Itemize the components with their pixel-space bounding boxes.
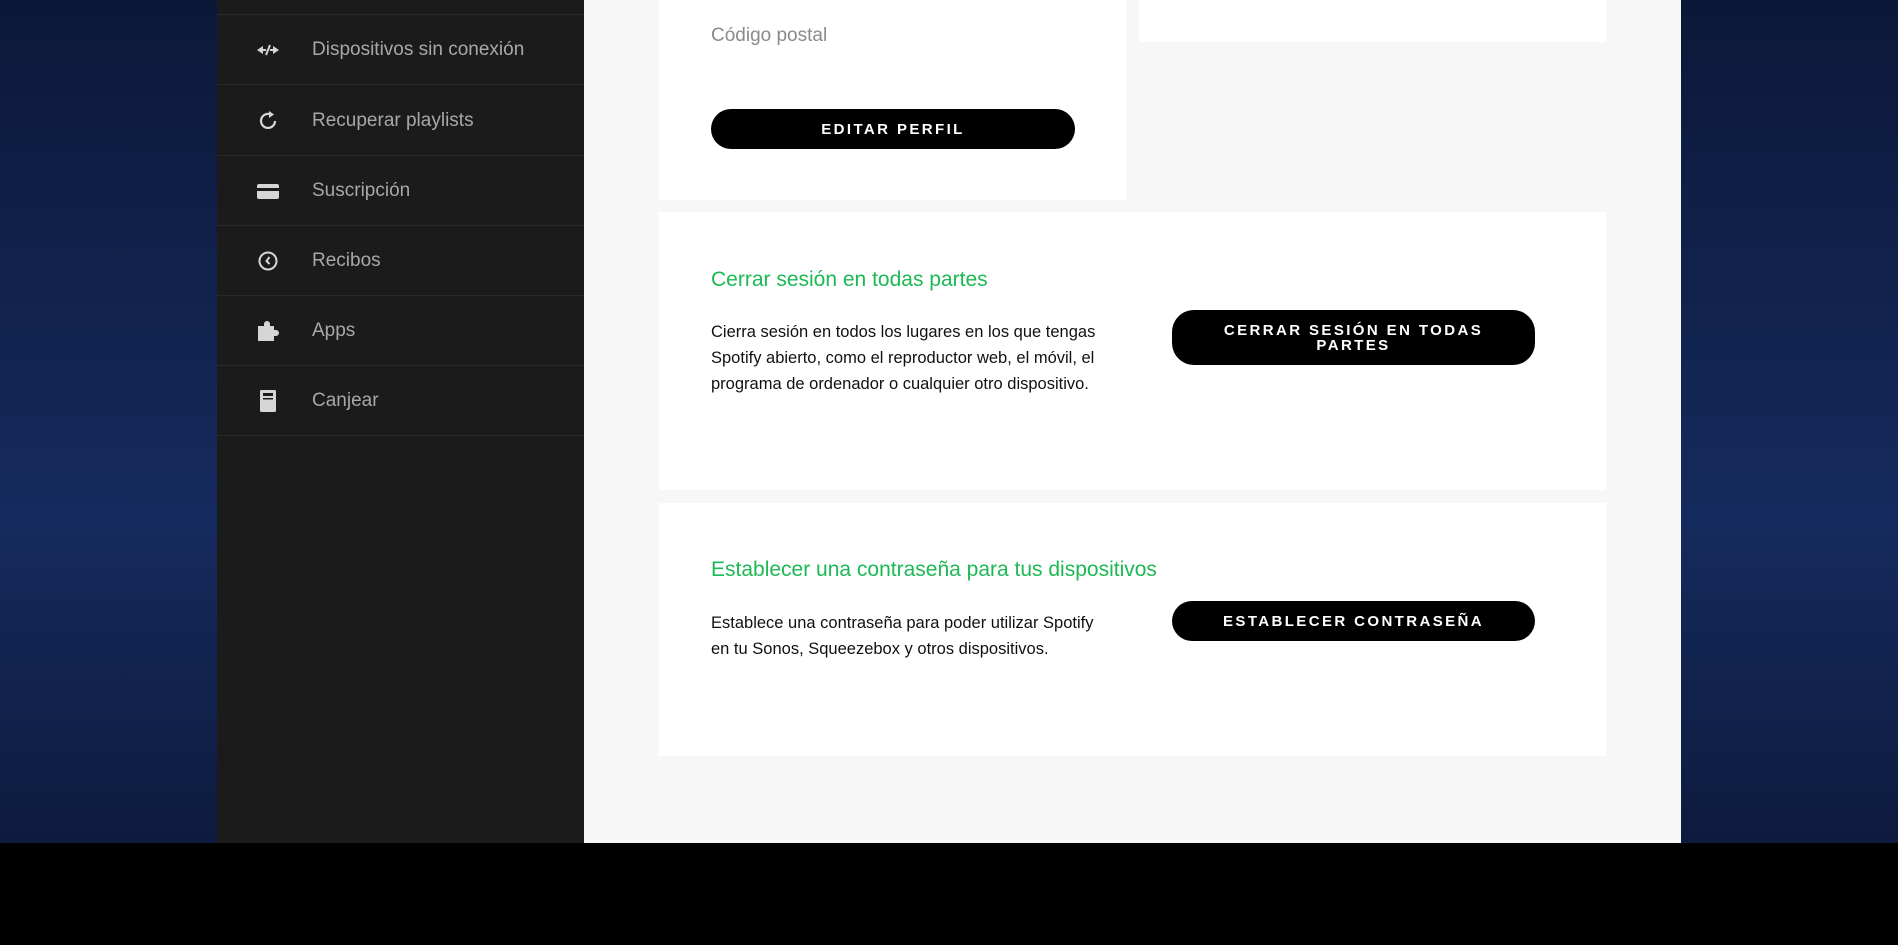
- set-password-button[interactable]: ESTABLECER CONTRASEÑA: [1172, 601, 1535, 641]
- sidebar-item-subscription[interactable]: Suscripción: [217, 156, 584, 226]
- sidebar-item-receipts[interactable]: Recibos: [217, 226, 584, 296]
- sidebar-item-label: Dispositivos sin conexión: [312, 38, 525, 60]
- device-password-description: Establece una contraseña para poder util…: [711, 614, 1094, 658]
- edit-profile-button[interactable]: EDITAR PERFIL: [711, 109, 1075, 149]
- device-password-title: Establecer una contraseña para tus dispo…: [711, 558, 1157, 581]
- footer: [0, 843, 1898, 945]
- sidebar-item-label: Suscripción: [312, 179, 411, 201]
- logout-everywhere-button[interactable]: CERRAR SESIÓN EN TODAS PARTES: [1172, 310, 1535, 365]
- sidebar-item-apps[interactable]: Apps: [217, 296, 584, 366]
- offline-devices-icon: [255, 37, 281, 63]
- sidebar-item-label: Canjear: [312, 389, 379, 411]
- sidebar: Dispositivos sin conexión Recuperar play…: [217, 0, 584, 843]
- logout-everywhere-card: Cerrar sesión en todas partes Cierra ses…: [659, 212, 1606, 490]
- sidebar-item-offline-devices[interactable]: Dispositivos sin conexión: [217, 15, 584, 85]
- sidebar-item-label: Recuperar playlists: [312, 109, 474, 131]
- profile-card: Código postal EDITAR PERFIL: [659, 0, 1126, 200]
- sidebar-item-label: Recibos: [312, 249, 381, 271]
- logout-everywhere-description: Cierra sesión en todos los lugares en lo…: [711, 323, 1096, 393]
- device-password-card: Establecer una contraseña para tus dispo…: [659, 503, 1606, 756]
- gift-card-icon: [255, 388, 281, 414]
- clock-icon: [255, 248, 281, 274]
- puzzle-icon: [255, 318, 281, 344]
- logout-everywhere-title: Cerrar sesión en todas partes: [711, 268, 988, 291]
- side-panel-card: [1139, 0, 1606, 42]
- credit-card-icon: [255, 178, 281, 204]
- sidebar-item-recover-playlists[interactable]: Recuperar playlists: [217, 86, 584, 156]
- main-content: Código postal EDITAR PERFIL Cerrar sesió…: [584, 0, 1681, 843]
- sidebar-item-redeem[interactable]: Canjear: [217, 366, 584, 436]
- sidebar-item-label: Apps: [312, 319, 356, 341]
- postal-code-label: Código postal: [711, 25, 828, 46]
- refresh-icon: [255, 108, 281, 134]
